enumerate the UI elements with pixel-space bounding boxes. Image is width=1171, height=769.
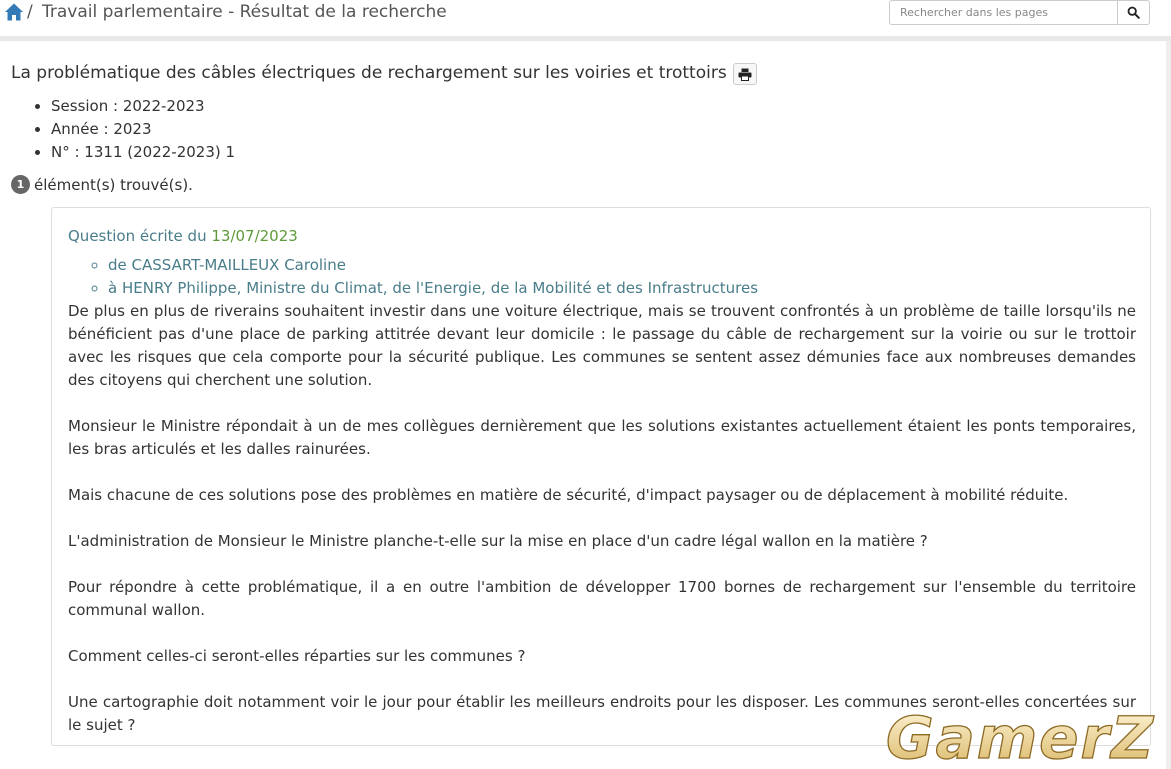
question-paragraph: De plus en plus de riverains souhaitent …: [68, 302, 1136, 389]
question-author[interactable]: de CASSART-MAILLEUX Caroline: [108, 254, 758, 277]
question-paragraph: Monsieur le Ministre répondait à un de m…: [68, 417, 1136, 458]
meta-session: Session : 2022-2023: [51, 95, 235, 118]
page-title: La problématique des câbles électriques …: [11, 61, 757, 85]
question-header: Question écrite du 13/07/2023: [68, 227, 298, 245]
page-title-text: La problématique des câbles électriques …: [11, 63, 727, 83]
home-icon[interactable]: [4, 2, 24, 22]
question-date: 13/07/2023: [211, 227, 298, 245]
question-paragraph: Mais chacune de ces solutions pose des p…: [68, 486, 1069, 504]
question-type-label: Question écrite du: [68, 227, 207, 245]
result-count-line: 1 élément(s) trouvé(s).: [11, 175, 193, 194]
result-count-label: élément(s) trouvé(s).: [34, 175, 193, 194]
search-button[interactable]: [1117, 0, 1150, 25]
breadcrumb-title: Travail parlementaire - Résultat de la r…: [42, 2, 447, 22]
question-body: De plus en plus de riverains souhaitent …: [68, 300, 1136, 760]
meta-number: N° : 1311 (2022-2023) 1: [51, 141, 235, 164]
header-divider: [0, 36, 1171, 41]
question-paragraph: Pour répondre à cette problématique, il …: [68, 578, 1136, 619]
top-bar: / Travail parlementaire - Résultat de la…: [0, 0, 1171, 36]
question-paragraph: L'administration de Monsieur le Ministre…: [68, 532, 928, 550]
meta-year: Année : 2023: [51, 118, 235, 141]
breadcrumb-separator: /: [27, 2, 33, 22]
print-button[interactable]: [732, 63, 757, 85]
search-input[interactable]: [889, 0, 1118, 25]
question-paragraph: Une cartographie doit notamment voir le …: [68, 693, 1136, 734]
result-card: Question écrite du 13/07/2023 de CASSART…: [51, 207, 1151, 746]
search-icon: [1127, 6, 1140, 19]
result-count-badge: 1: [11, 175, 30, 194]
question-addressee[interactable]: à HENRY Philippe, Ministre du Climat, de…: [108, 277, 758, 300]
print-icon: [738, 68, 752, 81]
question-meta-list: Session : 2022-2023 Année : 2023 N° : 13…: [30, 95, 235, 164]
question-paragraph: Comment celles-ci seront-elles réparties…: [68, 647, 526, 665]
question-people-list: de CASSART-MAILLEUX Caroline à HENRY Phi…: [89, 254, 758, 300]
scrollbar-track[interactable]: [1166, 41, 1171, 769]
